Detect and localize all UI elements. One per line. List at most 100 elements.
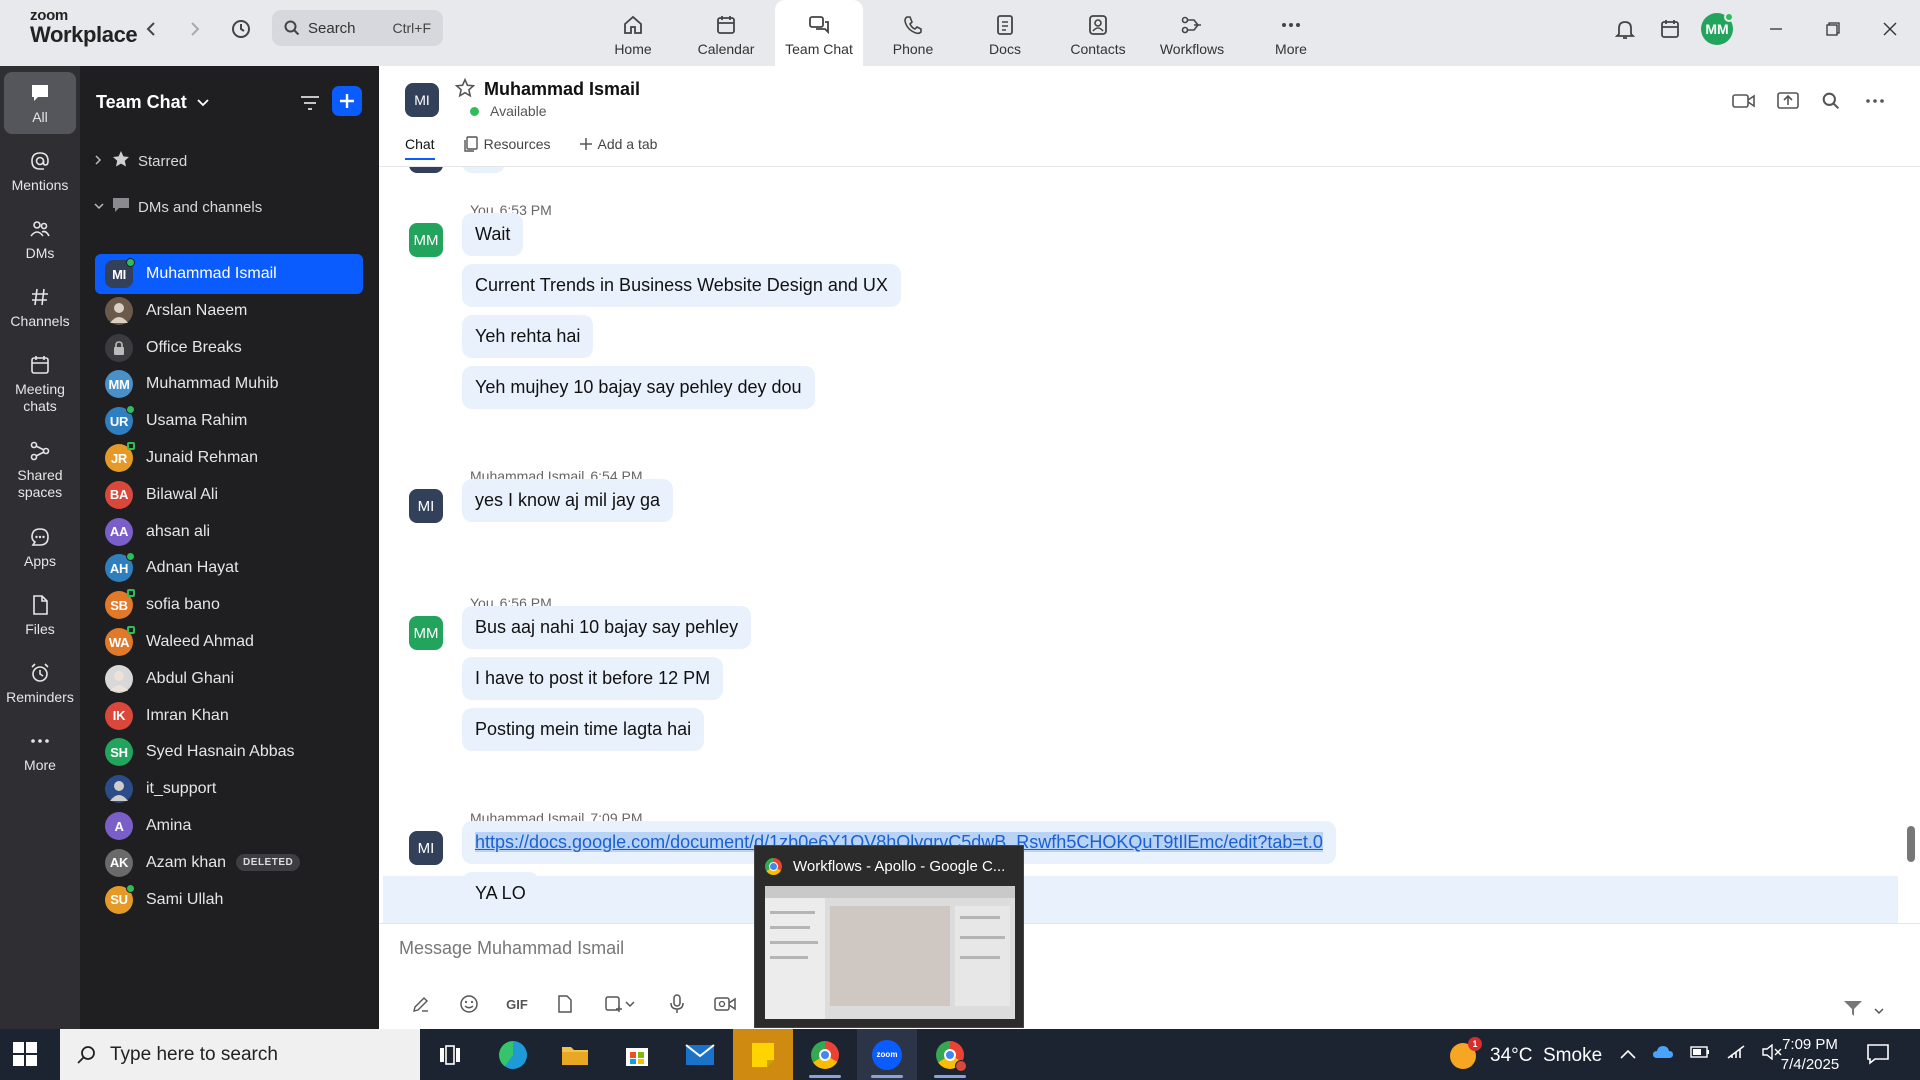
tab-chat[interactable]: Chat <box>405 136 435 160</box>
conversation-item[interactable]: WA Waleed Ahmad <box>95 622 363 662</box>
conversation-item[interactable]: SH Syed Hasnain Abbas <box>95 732 363 772</box>
video-message-icon[interactable] <box>701 995 749 1013</box>
wifi-icon[interactable] <box>1726 1044 1746 1065</box>
conversation-item[interactable]: Office Breaks <box>95 328 363 368</box>
mail-icon[interactable] <box>670 1029 730 1080</box>
composer-placeholder[interactable]: Message Muhammad Ismail <box>399 938 624 959</box>
message-bubble[interactable]: ok <box>462 167 505 173</box>
share-screen-icon[interactable] <box>1773 86 1803 116</box>
rail-channels[interactable]: Channels <box>4 286 76 330</box>
conversation-item[interactable]: Arslan Naeem <box>95 291 363 331</box>
task-view-icon[interactable] <box>420 1029 480 1080</box>
taskbar-clock[interactable]: 7:09 PM 7/4/2025 <box>1770 1035 1850 1075</box>
conversation-item[interactable]: SU Sami Ullah <box>95 880 363 920</box>
message-avatar[interactable]: MM <box>409 223 443 257</box>
rail-dms[interactable]: DMs <box>4 218 76 262</box>
bell-icon[interactable] <box>1610 14 1640 44</box>
sidebar-title[interactable]: Team Chat <box>96 92 209 113</box>
file-attach-icon[interactable] <box>541 994 589 1014</box>
conversation-item[interactable]: IK Imran Khan <box>95 696 363 736</box>
rail-mentions[interactable]: Mentions <box>4 150 76 194</box>
minimize-icon[interactable] <box>1758 14 1794 44</box>
message-bubble[interactable]: I have to post it before 12 PM <box>462 657 724 700</box>
rail-more[interactable]: More <box>4 730 76 774</box>
new-chat-button[interactable] <box>332 86 362 116</box>
forward-arrow-icon[interactable] <box>180 14 210 44</box>
history-icon[interactable] <box>226 14 256 44</box>
search-icon[interactable] <box>1816 86 1846 116</box>
chevron-down-icon[interactable] <box>619 1000 641 1008</box>
rail-shared-spaces[interactable]: Shared spaces <box>4 440 76 501</box>
conversation-item[interactable]: UR Usama Rahim <box>95 401 363 441</box>
conversation-item[interactable]: it_support <box>95 769 363 809</box>
send-icon[interactable] <box>1842 998 1864 1023</box>
tab-resources[interactable]: Resources <box>463 136 551 160</box>
message-list[interactable]: ok You6:53 PMMMWaitCurrent Trends in Bus… <box>379 167 1902 923</box>
conversation-item[interactable]: AK Azam khan DELETED <box>95 843 363 883</box>
restore-icon[interactable] <box>1815 14 1851 44</box>
tab-home[interactable]: Home <box>612 0 654 66</box>
chrome-icon[interactable] <box>795 1029 855 1080</box>
tab-calendar[interactable]: Calendar <box>692 0 760 66</box>
taskbar-search[interactable]: Type here to search <box>60 1029 420 1080</box>
weather-widget[interactable]: 1 34°C Smoke <box>1450 1037 1602 1069</box>
rail-reminders[interactable]: Reminders <box>4 662 76 706</box>
contact-avatar[interactable]: MI <box>405 83 439 117</box>
conversation-item[interactable]: JR Junaid Rehman <box>95 438 363 478</box>
message-bubble[interactable]: Yeh rehta hai <box>462 315 594 358</box>
conversation-item[interactable]: MI Muhammad Ismail <box>95 254 363 294</box>
conversation-item[interactable]: AH Adnan Hayat <box>95 548 363 588</box>
star-outline-icon[interactable] <box>454 77 476 103</box>
window-thumbnail[interactable] <box>765 886 1015 1019</box>
rail-all[interactable]: All <box>4 72 76 134</box>
message-avatar[interactable]: MI <box>409 831 443 865</box>
section-dms-channels[interactable]: DMs and channels <box>94 197 262 217</box>
tab-docs[interactable]: Docs <box>984 0 1026 66</box>
message-bubble[interactable]: Wait <box>462 213 524 256</box>
tab-contacts[interactable]: Contacts <box>1068 0 1128 66</box>
gif-button[interactable]: GIF <box>493 997 541 1012</box>
message-composer[interactable]: Message Muhammad Ismail GIF <box>379 923 1920 1029</box>
conversation-item[interactable]: MM Muhammad Muhib <box>95 364 363 404</box>
contact-name[interactable]: Muhammad Ismail <box>484 79 640 100</box>
conversation-item[interactable]: AA ahsan ali <box>95 512 363 552</box>
more-options-icon[interactable] <box>1860 86 1890 116</box>
message-avatar[interactable]: MI <box>409 489 443 523</box>
scrollbar-thumb[interactable] <box>1907 826 1915 862</box>
message-avatar[interactable]: MM <box>409 616 443 650</box>
rail-meeting-chats[interactable]: Meeting chats <box>4 354 76 415</box>
message-bubble[interactable]: yes I know aj mil jay ga <box>462 479 674 522</box>
video-call-icon[interactable] <box>1729 86 1759 116</box>
emoji-icon[interactable] <box>445 994 493 1014</box>
conversation-item[interactable]: SB sofia bano <box>95 585 363 625</box>
chevron-up-icon[interactable] <box>1620 1046 1636 1064</box>
microphone-icon[interactable] <box>653 994 701 1014</box>
edge-icon[interactable] <box>483 1029 543 1080</box>
chevron-down-icon[interactable] <box>1874 1002 1884 1020</box>
taskbar-preview-popup[interactable]: Workflows - Apollo - Google C... <box>754 845 1024 1028</box>
notification-center-icon[interactable] <box>1866 1043 1890 1070</box>
tab-more[interactable]: More <box>1272 0 1310 66</box>
store-icon[interactable] <box>607 1029 667 1080</box>
search-box[interactable]: Search Ctrl+F <box>272 10 443 46</box>
battery-icon[interactable] <box>1690 1045 1710 1064</box>
close-icon[interactable] <box>1872 14 1908 44</box>
rail-files[interactable]: Files <box>4 594 76 638</box>
tab-team-chat[interactable]: Team Chat <box>775 0 863 66</box>
filter-icon[interactable] <box>295 88 325 118</box>
tab-workflows[interactable]: Workflows <box>1159 0 1225 66</box>
message-bubble[interactable]: Yeh mujhey 10 bajay say pehley dey dou <box>462 366 815 409</box>
sticky-notes-icon[interactable] <box>733 1029 793 1080</box>
message-bubble[interactable]: Bus aaj nahi 10 bajay say pehley <box>462 606 752 649</box>
message-bubble[interactable]: YA LO <box>462 872 539 915</box>
zoom-app-icon[interactable]: zoom <box>857 1029 917 1080</box>
calendar-status-icon[interactable] <box>1655 14 1685 44</box>
back-arrow-icon[interactable] <box>136 14 166 44</box>
format-icon[interactable] <box>397 995 445 1013</box>
onedrive-icon[interactable] <box>1652 1045 1674 1064</box>
conversation-item[interactable]: Abdul Ghani <box>95 659 363 699</box>
conversation-item[interactable]: BA Bilawal Ali <box>95 475 363 515</box>
tab-phone[interactable]: Phone <box>890 0 936 66</box>
section-starred[interactable]: Starred <box>94 150 187 172</box>
chrome-profile-icon[interactable] <box>920 1029 980 1080</box>
